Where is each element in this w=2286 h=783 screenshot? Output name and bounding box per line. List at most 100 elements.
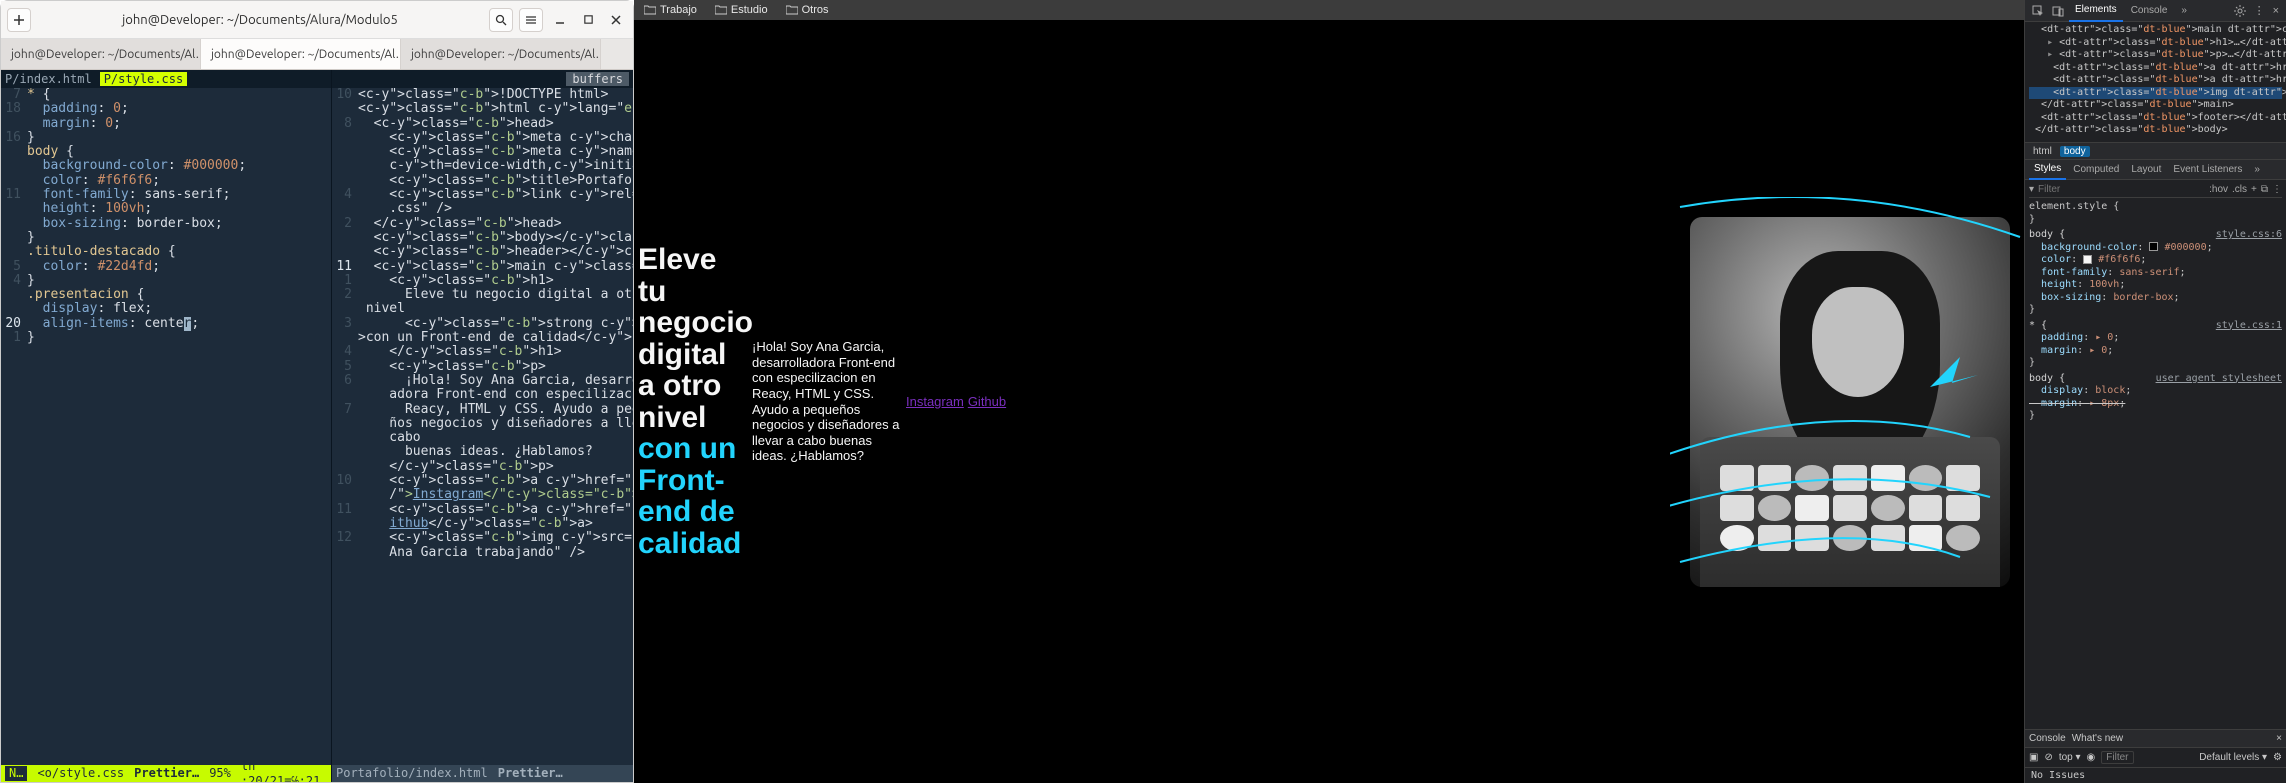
devtools-close-icon[interactable]: ×: [2270, 0, 2282, 22]
css-rule[interactable]: style.css:1* { padding: ▸ 0; margin: ▸ 0…: [2029, 320, 2282, 370]
github-link[interactable]: Github: [968, 394, 1006, 409]
photo-face-shape: [1812, 287, 1904, 397]
device-icon[interactable]: [2049, 0, 2067, 22]
log-levels[interactable]: Default levels ▾: [2199, 752, 2267, 763]
vim-tabline: buffers: [332, 70, 633, 88]
statusline: N… <o/style.css Prettier… 95% ln :20/21≡…: [1, 765, 331, 782]
status-position: ln :20/21≡℅:21: [241, 759, 327, 782]
search-icon[interactable]: [489, 8, 513, 32]
os-tab-bar: john@Developer: ~/Documents/Al… × john@D…: [1, 39, 633, 70]
console-toolbar: ▣ ⊘ top ▾ ◉ Filter Default levels ▾ ⚙: [2025, 748, 2286, 768]
new-rule-icon[interactable]: +: [2251, 184, 2257, 195]
drawer-tabbar: Console What's new ×: [2025, 730, 2286, 748]
crumb-body[interactable]: body: [2060, 146, 2090, 157]
code-area[interactable]: 7* {18 padding: 0; margin: 0;16}body { b…: [1, 88, 331, 765]
bookmark-folder[interactable]: Trabajo: [644, 4, 697, 16]
css-rule[interactable]: style.css:6body { background-color: #000…: [2029, 229, 2282, 317]
hamburger-icon[interactable]: [519, 8, 543, 32]
drawer-close-icon[interactable]: ×: [2276, 733, 2282, 744]
live-expr-icon[interactable]: ◉: [2087, 752, 2096, 763]
page-main: Eleve tu negocio digital a otro nivel co…: [634, 217, 2024, 587]
filter-icon: ▾: [2029, 184, 2034, 195]
status-percent: 95%: [209, 766, 231, 780]
os-tab-label: john@Developer: ~/Documents/Al…: [11, 48, 201, 61]
drawer-tab-whatsnew[interactable]: What's new: [2072, 733, 2123, 744]
editor: P/index.html P/style.css 7* {18 padding:…: [1, 70, 633, 782]
os-tab[interactable]: john@Developer: ~/Documents/Al… ▾: [401, 39, 601, 69]
hov-toggle[interactable]: :hov: [2209, 184, 2228, 195]
new-tab-icon[interactable]: [7, 8, 31, 32]
element-style-rule[interactable]: element.style {}: [2029, 201, 2282, 226]
tab-console[interactable]: Console: [2125, 0, 2174, 22]
breadcrumb: html body: [2025, 142, 2286, 160]
cls-toggle[interactable]: .cls: [2232, 184, 2247, 195]
kebab-icon[interactable]: ⋮: [2251, 0, 2268, 22]
tab-styles[interactable]: Styles: [2029, 160, 2066, 180]
settings-icon[interactable]: [2231, 0, 2249, 22]
folder-icon: [786, 5, 798, 15]
styles-filter-row: ▾ :hov .cls + ⧉ ⋮: [2029, 182, 2282, 198]
terminal-window: john@Developer: ~/Documents/Alura/Modulo…: [0, 0, 634, 783]
console-sidebar-icon[interactable]: ▣: [2029, 752, 2038, 763]
crumb-html[interactable]: html: [2029, 146, 2056, 157]
drawer-tab-console[interactable]: Console: [2029, 733, 2066, 744]
devtools-tabbar: Elements Console » ⋮ ×: [2025, 0, 2286, 22]
heading-accent: con un Front-end de calidad: [638, 432, 741, 560]
vim-tabline: P/index.html P/style.css: [1, 70, 331, 88]
window-title: john@Developer: ~/Documents/Alura/Modulo…: [37, 13, 483, 27]
photo-laptop-shape: [1700, 437, 2000, 587]
heading-plain: Eleve tu negocio digital a otro nivel: [638, 243, 753, 434]
page-heading: Eleve tu negocio digital a otro nivel co…: [638, 244, 748, 559]
status-prettier: Prettier…: [498, 766, 563, 780]
styles-filter-input[interactable]: [2038, 184, 2205, 195]
os-tab[interactable]: john@Developer: ~/Documents/Al… ×: [1, 39, 201, 69]
status-file: Portafolio/index.html: [336, 766, 488, 780]
mode-indicator: N…: [5, 766, 27, 780]
console-settings-icon[interactable]: ⚙: [2273, 752, 2282, 763]
tab-layout[interactable]: Layout: [2126, 160, 2166, 180]
status-prettier: Prettier…: [134, 766, 199, 780]
console-filter[interactable]: Filter: [2101, 751, 2133, 764]
inspect-icon[interactable]: [2029, 0, 2047, 22]
no-issues: No Issues: [2025, 768, 2286, 783]
css-rules: style.css:6body { background-color: #000…: [2029, 229, 2282, 423]
tab-event-listeners[interactable]: Event Listeners: [2168, 160, 2247, 180]
context-selector[interactable]: top ▾: [2059, 752, 2081, 763]
bookmarks-bar: Trabajo Estudio Otros: [634, 0, 2024, 20]
os-tab-label: john@Developer: ~/Documents/Al…: [211, 48, 401, 61]
css-rule[interactable]: user agent stylesheetbody { display: blo…: [2029, 373, 2282, 423]
bookmark-folder[interactable]: Otros: [786, 4, 829, 16]
styles-dock-icon[interactable]: ⧉: [2261, 184, 2268, 195]
buffer-tab-active[interactable]: P/style.css: [100, 72, 187, 86]
tab-computed[interactable]: Computed: [2068, 160, 2124, 180]
buffer-tab[interactable]: P/index.html: [5, 72, 92, 86]
styles-more-icon[interactable]: ⋮: [2272, 184, 2282, 195]
bookmark-label: Trabajo: [660, 4, 697, 16]
minimize-icon[interactable]: [549, 8, 571, 32]
editor-pane-right: buffers 10<c-y">class="c-b">!DOCTYPE htm…: [331, 70, 633, 782]
elements-tree[interactable]: <dt-attr">class="dt-blue">main dt-attr">…: [2025, 22, 2286, 142]
tab-elements[interactable]: Elements: [2069, 0, 2123, 22]
tab-more-icon[interactable]: »: [2249, 160, 2265, 180]
folder-icon: [644, 5, 656, 15]
os-tab-label: john@Developer: ~/Documents/Al…: [411, 48, 601, 61]
browser-pane: Trabajo Estudio Otros Eleve tu negocio d…: [634, 0, 2024, 783]
editor-pane-left: P/index.html P/style.css 7* {18 padding:…: [1, 70, 331, 782]
code-area[interactable]: 10<c-y">class="c-b">!DOCTYPE html><c-y">…: [332, 88, 633, 765]
tab-more-icon[interactable]: »: [2175, 0, 2193, 22]
buffers-label[interactable]: buffers: [566, 72, 629, 86]
bookmark-folder[interactable]: Estudio: [715, 4, 768, 16]
laptop-stickers: [1720, 465, 1980, 575]
devtools: Elements Console » ⋮ × <dt-attr">class="…: [2024, 0, 2286, 783]
styles-panel: ▾ :hov .cls + ⧉ ⋮ element.style {} style…: [2025, 180, 2286, 729]
styles-tabbar: Styles Computed Layout Event Listeners »: [2025, 160, 2286, 180]
close-icon[interactable]: [605, 8, 627, 32]
hero-image: [1690, 217, 2010, 587]
rendered-page: Eleve tu negocio digital a otro nivel co…: [634, 20, 2024, 783]
clear-console-icon[interactable]: ⊘: [2044, 752, 2052, 763]
instagram-link[interactable]: Instagram: [906, 394, 964, 409]
status-file: <o/style.css: [37, 766, 124, 780]
os-tab[interactable]: john@Developer: ~/Documents/Al… ×: [201, 39, 401, 69]
maximize-icon[interactable]: [577, 8, 599, 32]
bookmark-label: Estudio: [731, 4, 768, 16]
